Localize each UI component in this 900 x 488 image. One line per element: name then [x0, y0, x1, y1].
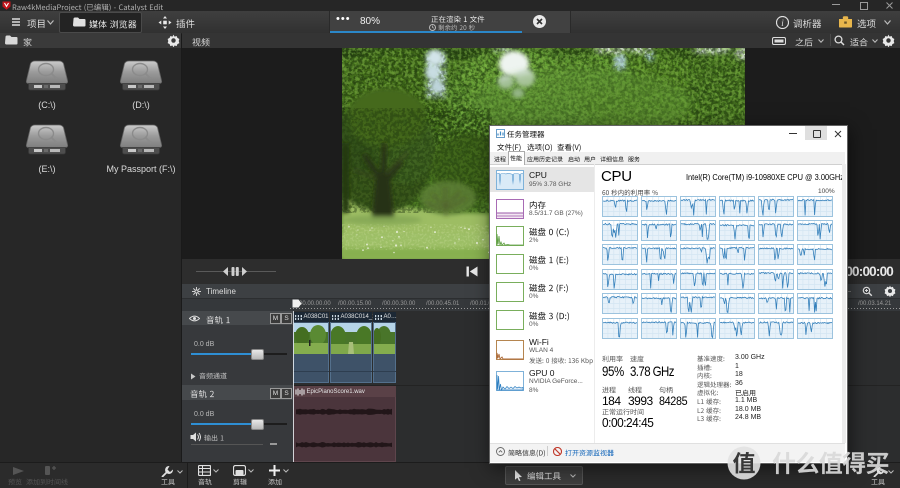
svg-text:i: i	[781, 18, 784, 28]
